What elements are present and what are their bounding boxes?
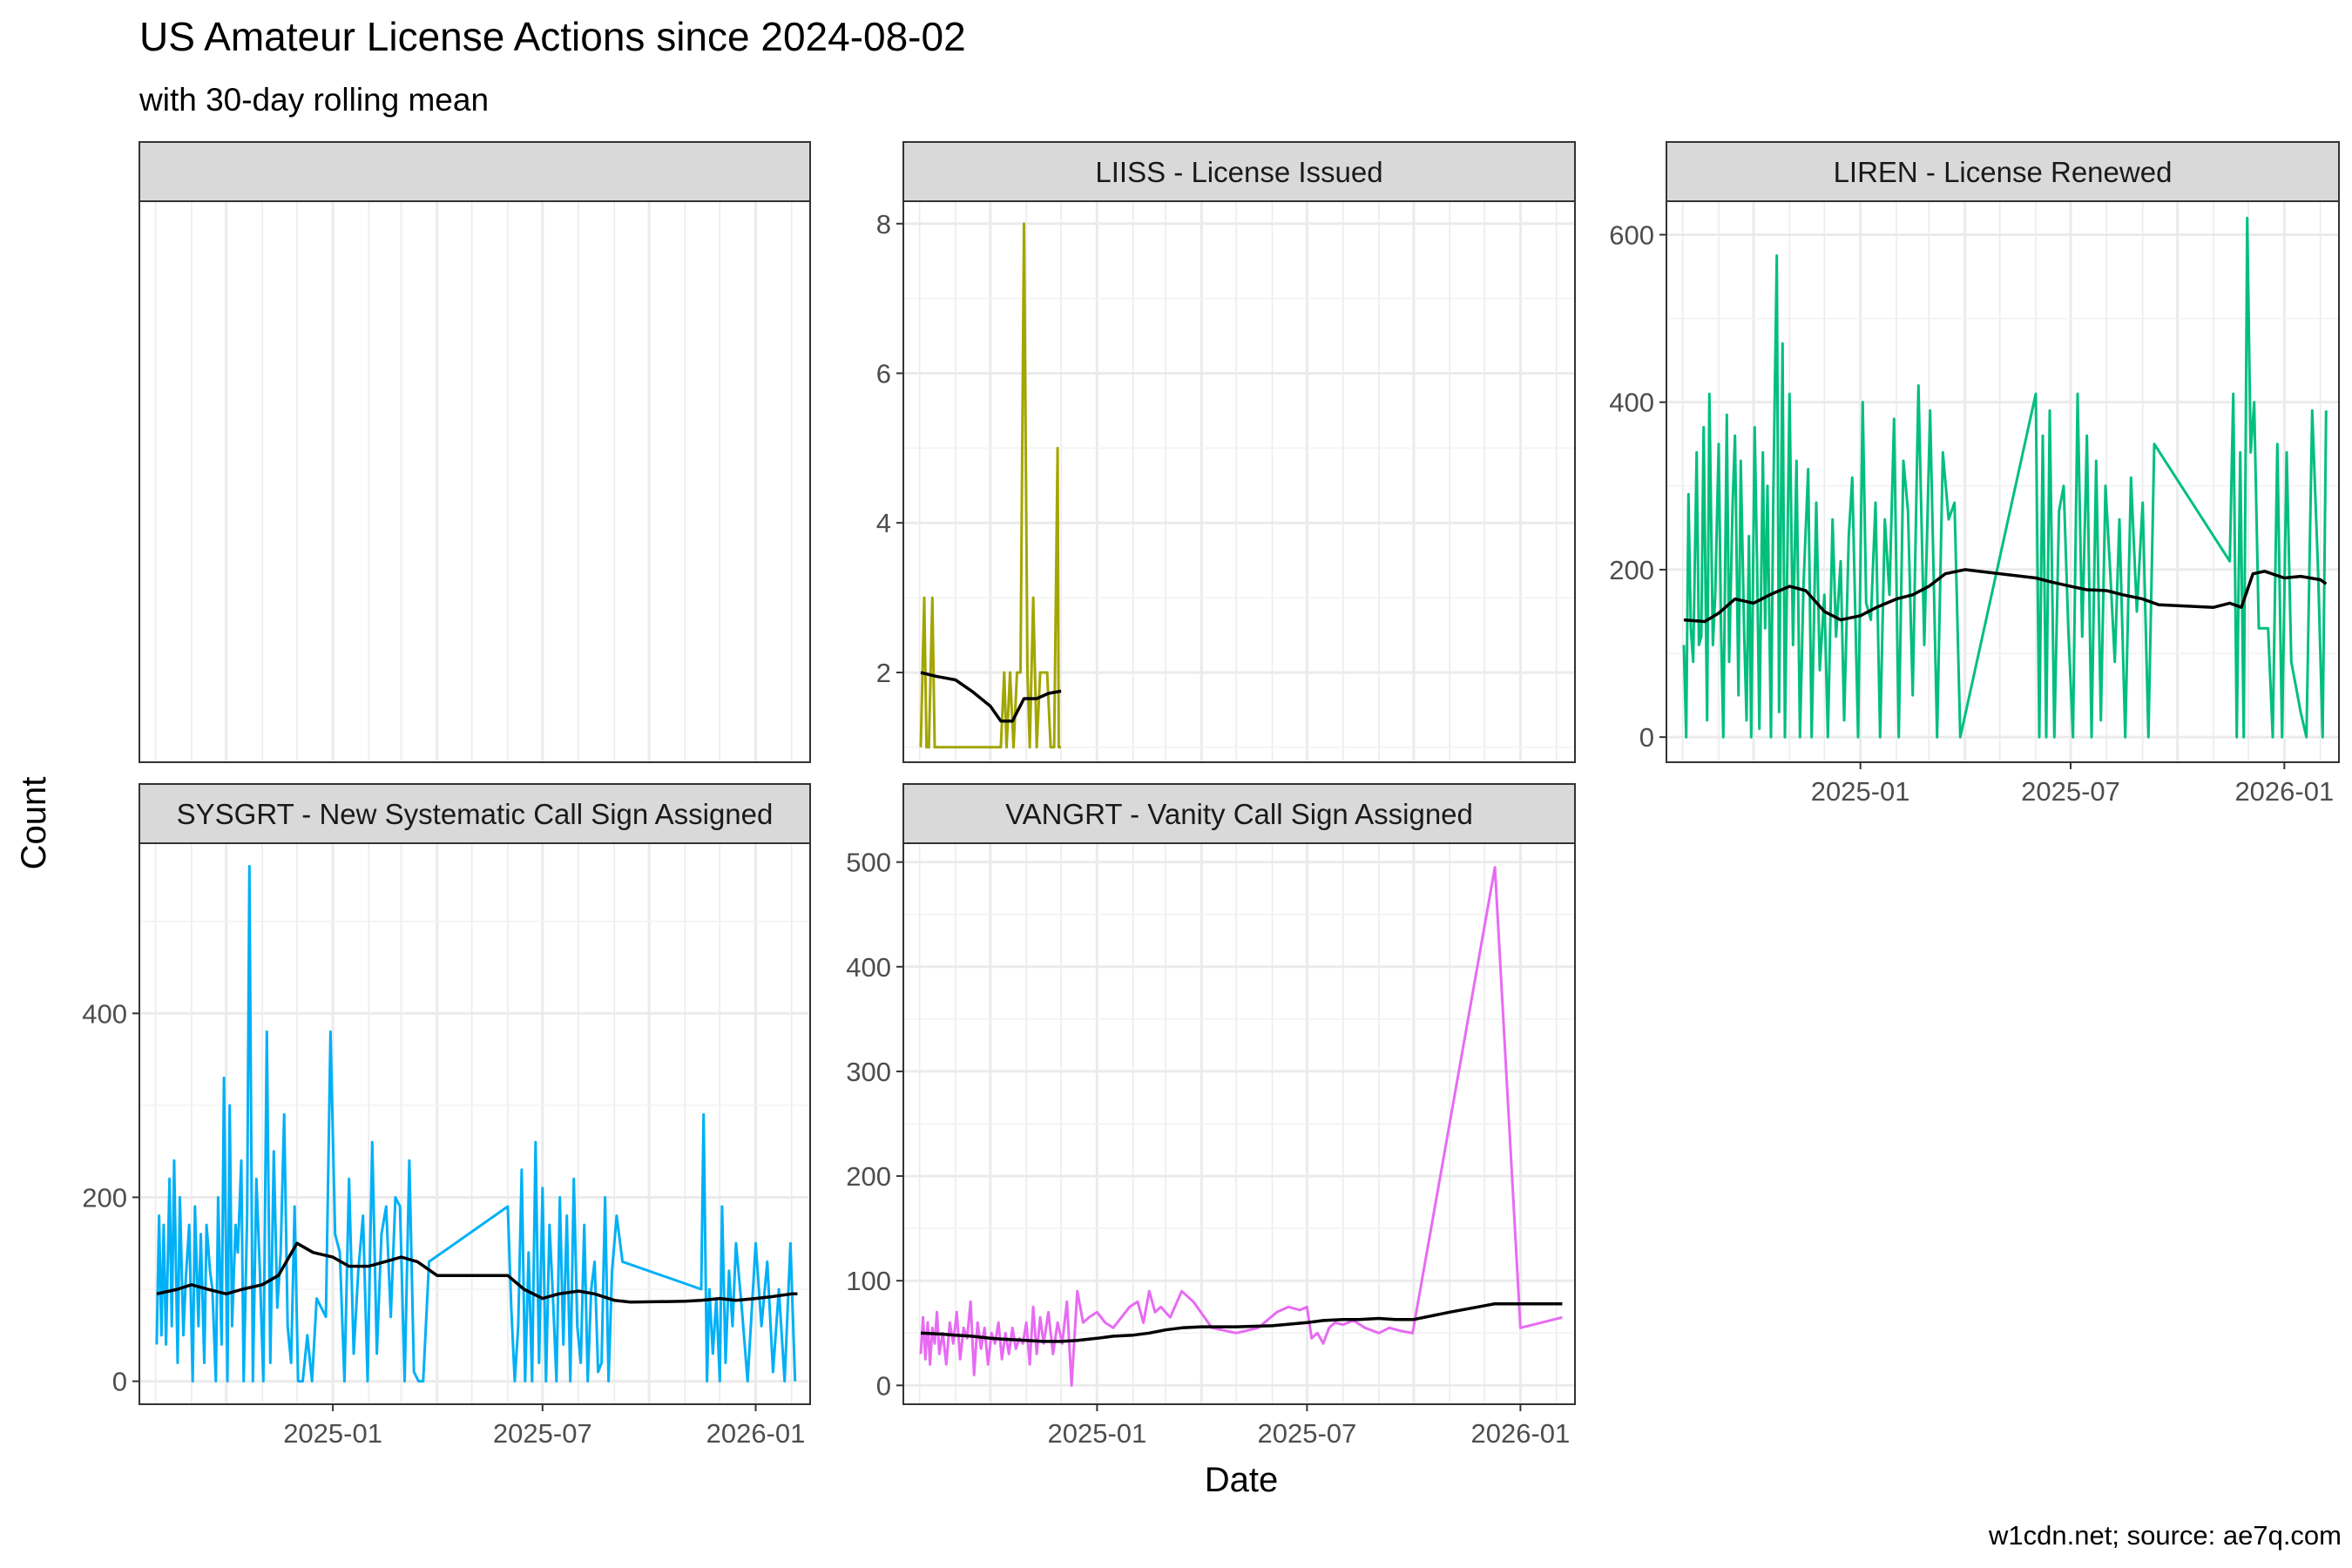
panel-3-liren-license-renewed: LIREN - License Renewed 0 200 400 600 2025-01… — [1609, 141, 2340, 807]
x-tick-label: 2026-01 — [2234, 776, 2334, 807]
y-tick-label: 300 — [846, 1057, 891, 1087]
x-tick-label: 2025-01 — [283, 1418, 382, 1449]
y-tick-label: 0 — [112, 1367, 127, 1397]
x-tick-label: 2025-01 — [1047, 1418, 1146, 1449]
chart-title: US Amateur License Actions since 2024-08… — [139, 14, 966, 59]
x-axis-title: Date — [1205, 1461, 1279, 1499]
facet-strip-label: LIISS - License Issued — [1095, 156, 1382, 188]
x-tick-label: 2025-07 — [2021, 776, 2120, 807]
y-tick-label: 0 — [876, 1370, 891, 1401]
chart-caption: w1cdn.net; source: ae7q.com — [1988, 1520, 2342, 1551]
y-tick-label: 2 — [876, 658, 891, 688]
y-tick-label: 200 — [82, 1182, 127, 1213]
y-axis-title: Count — [15, 777, 53, 870]
panel-5-vangrt-vanity-call-sign-assigned: VANGRT - Vanity Call Sign Assigned 0 100 20… — [846, 783, 1576, 1449]
y-tick-label: 8 — [876, 209, 891, 240]
y-tick-label: 400 — [82, 998, 127, 1029]
y-tick-label: 400 — [846, 952, 891, 983]
chart-subtitle: with 30-day rolling mean — [139, 82, 489, 118]
y-tick-label: 6 — [876, 358, 891, 389]
panel-2-liiss-license-issued: LIISS - License Issued 2 4 6 8 — [876, 141, 1576, 763]
x-tick-label: 2026-01 — [1471, 1418, 1571, 1449]
y-tick-label: 200 — [846, 1161, 891, 1192]
x-tick-label: 2025-01 — [1811, 776, 1910, 807]
faceted-line-chart: US Amateur License Actions since 2024-08… — [15, 14, 2342, 1551]
y-tick-label: 100 — [846, 1266, 891, 1296]
y-tick-label: 4 — [876, 508, 891, 538]
y-tick-label: 200 — [1609, 555, 1654, 585]
facet-panels: LIISS - License Issued 2 4 6 8 LIREN - Licens… — [82, 141, 2340, 1449]
panel-1-empty — [139, 141, 811, 763]
facet-strip-label: SYSGRT - New Systematic Call Sign Assign… — [177, 798, 774, 830]
x-tick-label: 2025-07 — [1258, 1418, 1357, 1449]
y-tick-label: 400 — [1609, 388, 1654, 418]
x-tick-label: 2026-01 — [706, 1418, 806, 1449]
facet-strip-label: LIREN - License Renewed — [1834, 156, 2173, 188]
panel-background — [139, 201, 810, 762]
y-tick-label: 500 — [846, 848, 891, 878]
panel-4-sysgrt-new-systematic-call-sign-assigned: SYSGRT - New Systematic Call Sign Assign… — [82, 783, 811, 1449]
facet-strip-label: VANGRT - Vanity Call Sign Assigned — [1005, 798, 1473, 830]
y-tick-label: 600 — [1609, 220, 1654, 250]
y-tick-label: 0 — [1639, 722, 1654, 753]
facet-strip — [139, 141, 811, 202]
x-tick-label: 2025-07 — [493, 1418, 592, 1449]
